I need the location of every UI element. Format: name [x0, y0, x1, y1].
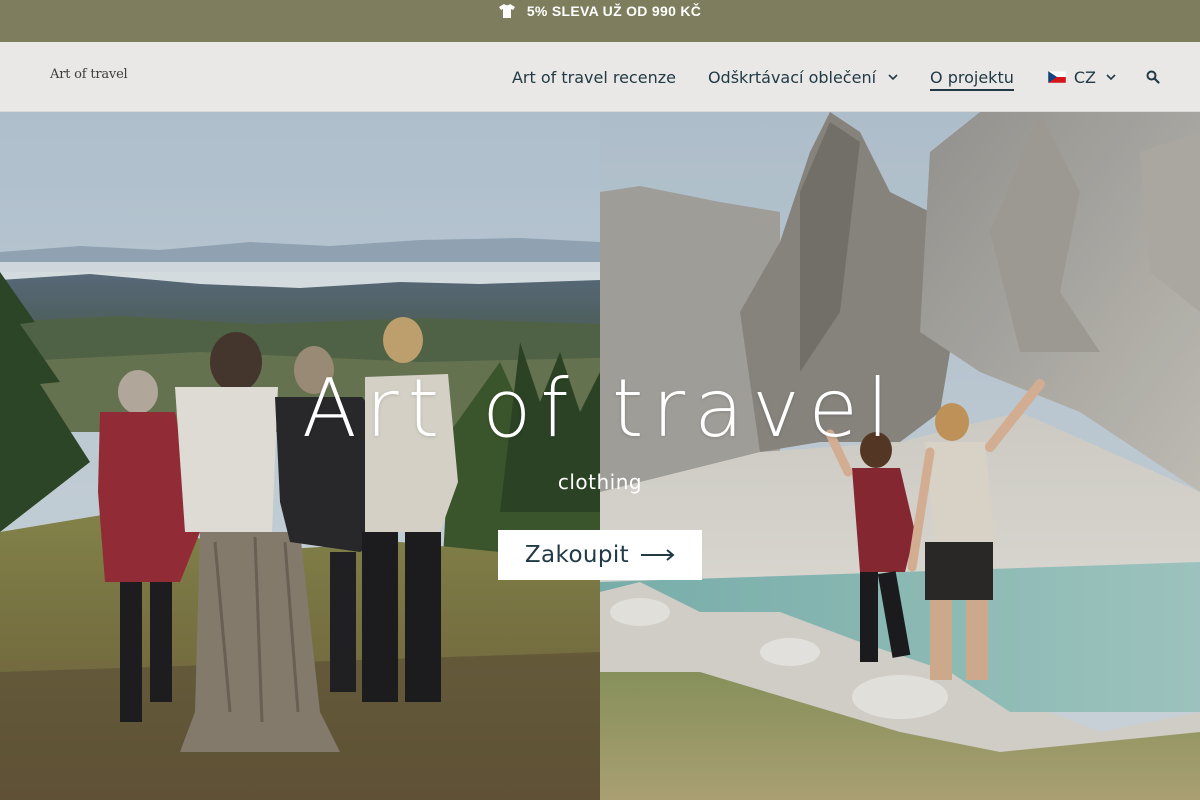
hero-title: Art of travel: [301, 362, 899, 455]
site-header: Art of travel Art of travel recenze Odšk…: [0, 42, 1200, 112]
chevron-down-icon: [1106, 73, 1116, 80]
site-logo[interactable]: Art of travel: [50, 67, 128, 82]
buy-button-label: Zakoupit: [524, 542, 630, 568]
tshirt-icon: [498, 4, 515, 18]
hero-subtitle: clothing: [557, 470, 643, 494]
announcement-bar: 5% SLEVA UŽ OD 990 KČ: [0, 0, 1200, 42]
arrow-right-icon: [641, 549, 675, 561]
nav-item-about[interactable]: O projektu: [930, 64, 1014, 91]
announcement-text: 5% SLEVA UŽ OD 990 KČ: [526, 3, 702, 19]
main-nav: Art of travel recenze Odškrtávací obleče…: [480, 42, 1160, 112]
nav-item-clothing[interactable]: Odškrtávací oblečení: [708, 68, 898, 87]
nav-item-reviews[interactable]: Art of travel recenze: [512, 68, 676, 87]
nav-item-label: Odškrtávací oblečení: [707, 67, 877, 87]
hero-banner: Art of travel clothing Zakoupit: [0, 112, 1200, 800]
nav-item-label: Art of travel recenze: [511, 67, 676, 87]
nav-item-label: O projektu: [930, 68, 1014, 91]
chevron-down-icon: [888, 73, 898, 80]
language-code: CZ: [1073, 67, 1096, 87]
language-selector[interactable]: CZ: [1047, 67, 1116, 87]
search-icon[interactable]: [1146, 70, 1160, 84]
hero-background-image: [0, 112, 1200, 800]
czech-flag-icon: [1047, 71, 1066, 83]
buy-button[interactable]: Zakoupit: [498, 530, 702, 580]
